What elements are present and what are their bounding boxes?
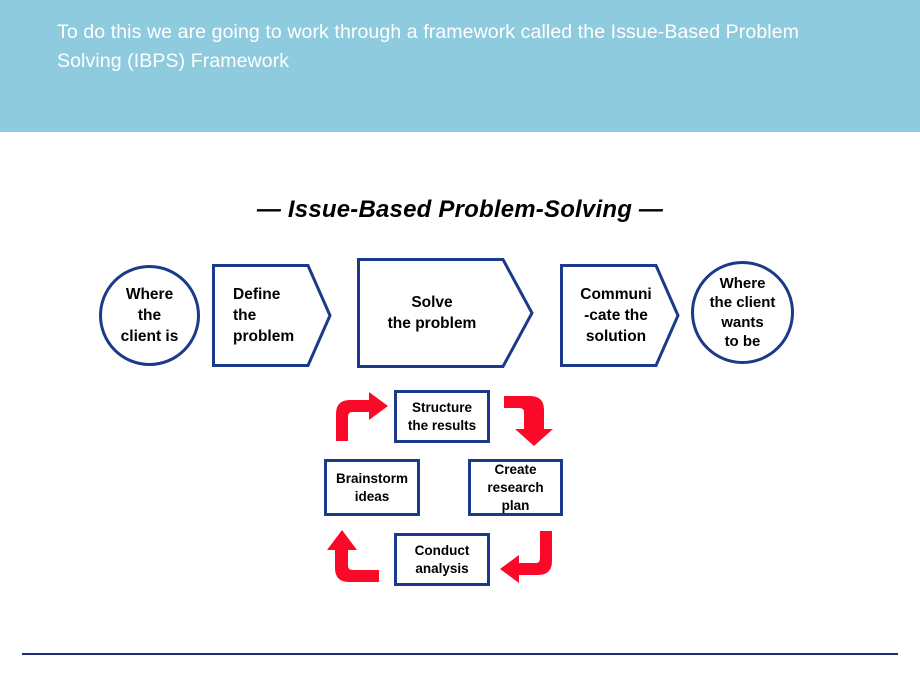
cycle-diagram: Structure the results Create research pl… <box>0 0 920 690</box>
footer-divider <box>22 653 898 655</box>
cycle-arrow-left-up-icon <box>327 530 379 582</box>
cycle-box-create-research-plan[interactable]: Create research plan <box>468 459 563 516</box>
cycle-box-brainstorm-ideas[interactable]: Brainstorm ideas <box>324 459 420 516</box>
cycle-arrow-down-left-icon <box>500 531 552 583</box>
cycle-box-structure-the-results[interactable]: Structure the results <box>394 390 490 443</box>
cycle-box-label: Conduct analysis <box>414 542 470 576</box>
cycle-arrow-right-down-icon <box>504 396 554 446</box>
cycle-box-label: Brainstorm ideas <box>335 470 408 504</box>
cycle-box-label: Structure the results <box>407 399 477 433</box>
cycle-box-conduct-analysis[interactable]: Conduct analysis <box>394 533 490 586</box>
cycle-arrow-up-right-icon <box>336 392 388 442</box>
slide: To do this we are going to work through … <box>0 0 920 690</box>
cycle-box-label: Create research plan <box>487 461 544 513</box>
